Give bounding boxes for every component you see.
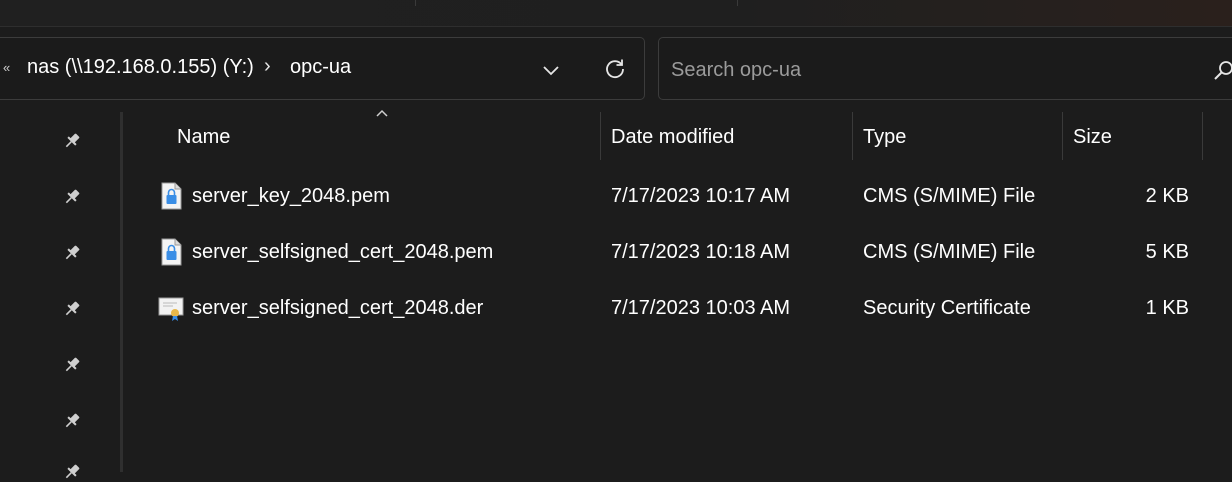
title-bar-strip <box>0 0 1232 27</box>
lock-file-icon <box>161 182 182 210</box>
file-name: server_selfsigned_cert_2048.der <box>192 297 484 319</box>
column-header-name[interactable]: Name <box>177 112 230 160</box>
search-icon[interactable] <box>1213 60 1232 82</box>
refresh-icon[interactable] <box>602 56 628 82</box>
column-resize-handle[interactable] <box>1202 112 1203 160</box>
file-date-modified: 7/17/2023 10:18 AM <box>611 241 791 263</box>
search-box[interactable] <box>658 37 1232 100</box>
file-size: 2 KB <box>1145 185 1189 207</box>
pin-icon[interactable] <box>62 411 82 431</box>
file-name: server_selfsigned_cert_2048.pem <box>192 241 494 263</box>
breadcrumb-folder[interactable]: opc-ua <box>290 56 351 79</box>
file-type: CMS (S/MIME) File <box>863 185 1036 207</box>
pin-icon[interactable] <box>62 243 82 263</box>
column-resize-handle[interactable] <box>852 112 853 160</box>
search-input[interactable] <box>669 54 1193 86</box>
address-bar[interactable]: « nas (\\192.168.0.155) (Y:) › opc-ua <box>0 37 645 100</box>
chevron-down-icon[interactable] <box>540 60 562 82</box>
file-row[interactable]: server_selfsigned_cert_2048.pem 7/17/202… <box>140 224 1232 280</box>
file-date-modified: 7/17/2023 10:17 AM <box>611 185 791 207</box>
tab-separator <box>415 0 416 6</box>
file-date-modified: 7/17/2023 10:03 AM <box>611 297 791 319</box>
lock-file-icon <box>161 238 182 266</box>
pin-icon[interactable] <box>62 131 82 151</box>
column-header-size[interactable]: Size <box>1073 112 1112 160</box>
file-row[interactable]: server_selfsigned_cert_2048.der 7/17/202… <box>140 280 1232 336</box>
breadcrumb-overflow-icon[interactable]: « <box>3 60 10 75</box>
file-type: Security Certificate <box>863 297 1031 319</box>
file-row[interactable]: server_key_2048.pem 7/17/2023 10:17 AM C… <box>140 168 1232 224</box>
pin-icon[interactable] <box>62 462 82 482</box>
column-resize-handle[interactable] <box>1062 112 1063 160</box>
certificate-icon <box>158 297 184 321</box>
file-size: 5 KB <box>1145 241 1189 263</box>
breadcrumb-separator[interactable]: › <box>264 55 271 78</box>
pane-splitter[interactable] <box>120 112 123 472</box>
file-size: 1 KB <box>1145 297 1189 319</box>
breadcrumb-drive[interactable]: nas (\\192.168.0.155) (Y:) <box>27 56 254 79</box>
sort-ascending-icon <box>376 109 388 117</box>
file-name: server_key_2048.pem <box>192 185 390 207</box>
column-header-date-modified[interactable]: Date modified <box>611 112 734 160</box>
pin-icon[interactable] <box>62 355 82 375</box>
column-resize-handle[interactable] <box>600 112 601 160</box>
file-type: CMS (S/MIME) File <box>863 241 1036 263</box>
column-header-type[interactable]: Type <box>863 112 906 160</box>
pin-icon[interactable] <box>62 299 82 319</box>
pin-icon[interactable] <box>62 187 82 207</box>
navigation-pane <box>0 112 120 479</box>
tab-separator <box>737 0 738 6</box>
